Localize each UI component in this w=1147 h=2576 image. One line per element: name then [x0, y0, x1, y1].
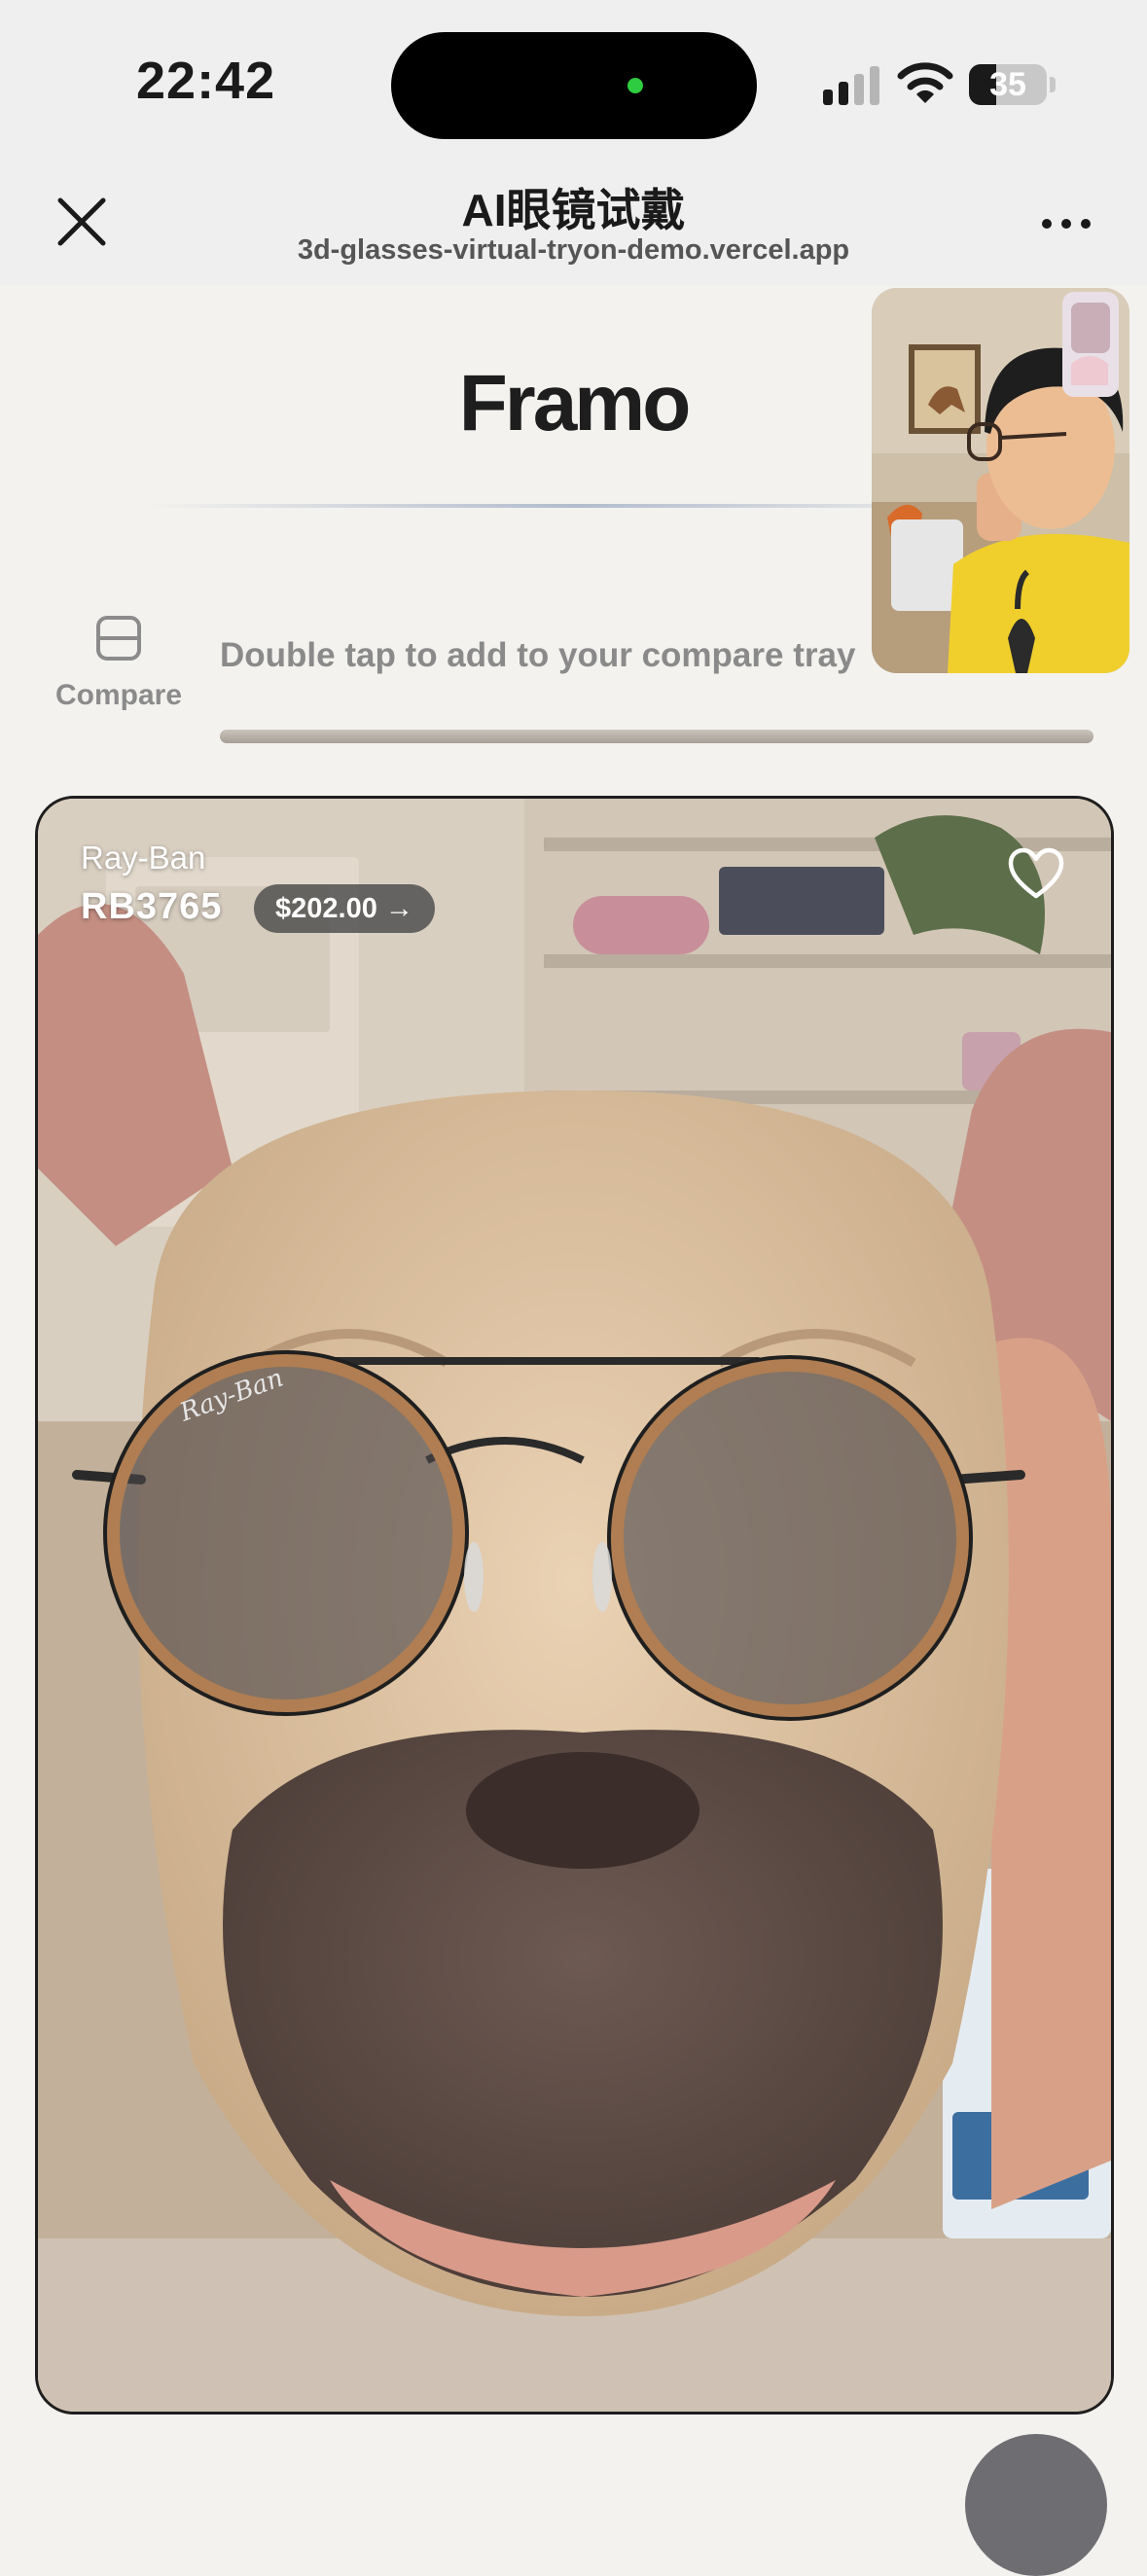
floating-action-button[interactable] — [965, 2434, 1107, 2576]
try-on-camera-feed: Ray-Ban — [38, 799, 1111, 2412]
price-button[interactable]: $202.00 → — [254, 884, 435, 933]
product-card[interactable]: Ray-Ban Ray-Ban RB3765 $202.00 → — [35, 796, 1114, 2415]
page-title: AI眼镜试戴 — [461, 185, 686, 235]
compare-tray[interactable] — [220, 730, 1093, 743]
compare-button[interactable]: Compare — [39, 607, 198, 716]
cellular-signal-icon — [823, 66, 879, 105]
camera-preview-image — [872, 288, 1129, 673]
camera-indicator-dot — [627, 78, 643, 93]
battery-cap — [1050, 77, 1056, 92]
compare-label: Compare — [54, 679, 183, 711]
compare-icon — [96, 616, 141, 661]
dynamic-island — [391, 32, 757, 139]
product-brand: Ray-Ban — [81, 840, 206, 876]
browser-nav-bar: AI眼镜试戴 3d-glasses-virtual-tryon-demo.ver… — [0, 156, 1147, 286]
battery-level: 35 — [989, 66, 1026, 103]
product-model: RB3765 — [81, 886, 223, 927]
status-time: 22:42 — [136, 52, 276, 110]
more-icon[interactable] — [1039, 214, 1093, 233]
wifi-icon — [897, 62, 953, 103]
status-bar: 22:42 35 — [0, 0, 1147, 156]
compare-tray-hint: Double tap to add to your compare tray — [220, 636, 856, 674]
page-url: 3d-glasses-virtual-tryon-demo.vercel.app — [297, 234, 850, 266]
battery-icon: 35 — [969, 64, 1047, 105]
camera-preview-pip[interactable] — [872, 288, 1129, 673]
heart-icon[interactable] — [1007, 847, 1065, 902]
